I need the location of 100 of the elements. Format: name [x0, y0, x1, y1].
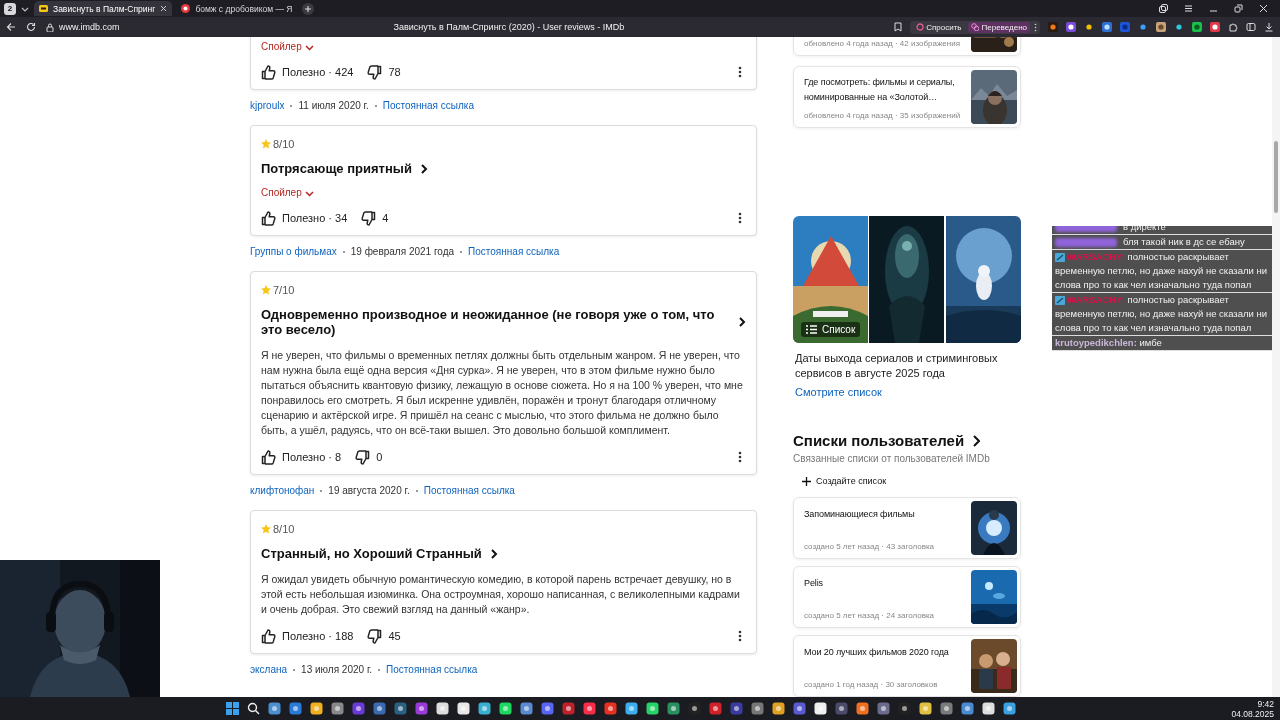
more-icon[interactable]: [738, 630, 742, 642]
app-icon[interactable]: [688, 702, 701, 715]
app-icon[interactable]: [646, 702, 659, 715]
close-icon[interactable]: [160, 5, 168, 12]
browser-tab[interactable]: Зависнуть в Палм-Спринг: [34, 1, 173, 16]
chevron-right-icon[interactable]: [419, 163, 428, 174]
app-icon[interactable]: [478, 702, 491, 715]
permalink[interactable]: Постоянная ссылка: [382, 100, 474, 112]
app-icon[interactable]: [436, 702, 449, 715]
restore-icon[interactable]: [1234, 4, 1243, 13]
app-icon[interactable]: [835, 702, 848, 715]
app-icon[interactable]: [457, 702, 470, 715]
permalink[interactable]: Постоянная ссылка: [423, 485, 515, 497]
app-icon[interactable]: [394, 702, 407, 715]
app-icon[interactable]: [415, 702, 428, 715]
reload-icon[interactable]: [26, 22, 36, 32]
app-icon[interactable]: [877, 702, 890, 715]
list-card[interactable]: Pelis создано 5 лет назад · 24 заголовка: [793, 566, 1021, 628]
ask-button[interactable]: Спросить: [913, 21, 965, 33]
app-icon[interactable]: [604, 702, 617, 715]
list-card[interactable]: обновлено 4 года назад · 42 изображения: [793, 37, 1021, 56]
app-icon[interactable]: [499, 702, 512, 715]
more-icon[interactable]: [738, 212, 742, 224]
chevron-right-icon[interactable]: [738, 317, 746, 327]
app-icon[interactable]: [751, 702, 764, 715]
author-link[interactable]: экслана: [250, 664, 288, 676]
app-icon[interactable]: [310, 702, 323, 715]
tabs-icon[interactable]: [1159, 4, 1168, 13]
thumbs-down-icon[interactable]: [361, 210, 377, 226]
permalink[interactable]: Постоянная ссылка: [468, 246, 560, 258]
review-title[interactable]: Потрясающе приятный: [261, 161, 412, 176]
chevron-right-icon[interactable]: [489, 548, 498, 559]
author-link[interactable]: kjproulx: [250, 100, 285, 112]
app-icon[interactable]: [919, 702, 932, 715]
thumbs-down-icon[interactable]: [367, 64, 383, 80]
extension-icon[interactable]: [1048, 22, 1058, 32]
chevron-right-icon[interactable]: [972, 434, 981, 447]
see-list-link[interactable]: Смотрите список: [795, 386, 882, 398]
sidebar-icon[interactable]: [1246, 22, 1256, 32]
review-title[interactable]: Странный, но Хороший Странный: [261, 546, 482, 561]
extension-icon[interactable]: [1210, 22, 1220, 32]
extension-icon[interactable]: [1174, 22, 1184, 32]
download-icon[interactable]: [1264, 22, 1274, 32]
search-icon[interactable]: [247, 702, 260, 715]
clock-date[interactable]: 04.08.2025: [1231, 708, 1274, 719]
app-icon[interactable]: [940, 702, 953, 715]
spoiler-toggle[interactable]: Спойлер: [261, 41, 746, 53]
app-icon[interactable]: [541, 702, 554, 715]
clock-time[interactable]: 9:42: [1257, 698, 1274, 709]
app-icon[interactable]: [793, 702, 806, 715]
app-icon[interactable]: [562, 702, 575, 715]
extensions-icon[interactable]: [1228, 22, 1238, 32]
app-icon[interactable]: [1003, 702, 1016, 715]
thumbs-down-icon[interactable]: [355, 449, 371, 465]
app-icon[interactable]: [520, 702, 533, 715]
tab-count-button[interactable]: 2: [4, 2, 16, 15]
thumbs-down-icon[interactable]: [367, 628, 383, 644]
app-icon[interactable]: [352, 702, 365, 715]
author-link[interactable]: клифтонофан: [250, 485, 315, 497]
app-icon[interactable]: [667, 702, 680, 715]
section-heading[interactable]: Списки пользователей: [793, 432, 965, 449]
browser-tab[interactable]: бомж с дробовиком — Я: [176, 1, 298, 16]
menu-icon[interactable]: [1184, 4, 1193, 13]
app-icon[interactable]: [961, 702, 974, 715]
extension-icon[interactable]: [1066, 22, 1076, 32]
extension-icon[interactable]: [1084, 22, 1094, 32]
app-icon[interactable]: [982, 702, 995, 715]
app-icon[interactable]: [709, 702, 722, 715]
app-icon[interactable]: [625, 702, 638, 715]
more-icon[interactable]: [738, 66, 742, 78]
bookmark-icon[interactable]: [894, 22, 903, 32]
spoiler-toggle[interactable]: Спойлер: [261, 187, 746, 199]
app-icon[interactable]: [583, 702, 596, 715]
author-link[interactable]: Группы о фильмах: [250, 246, 337, 258]
app-icon[interactable]: [856, 702, 869, 715]
app-icon[interactable]: [268, 702, 281, 715]
list-card[interactable]: Мои 20 лучших фильмов 2020 года создано 1 год назад · 30 заголовков: [793, 635, 1021, 697]
address-bar[interactable]: www.imdb.com: [59, 22, 120, 32]
app-icon[interactable]: [289, 702, 302, 715]
list-card[interactable]: Где посмотреть: фильмы и сериалы, номинированные на «Золотой… обновлено 4 года назад · 35 изображений: [793, 66, 1021, 128]
app-icon[interactable]: [814, 702, 827, 715]
create-list-button[interactable]: Создайте список: [802, 474, 887, 488]
permalink[interactable]: Постоянная ссылка: [386, 664, 478, 676]
extension-icon[interactable]: [1102, 22, 1112, 32]
scrollbar-thumb[interactable]: [1274, 141, 1278, 213]
thumbs-up-icon[interactable]: [261, 628, 276, 644]
back-icon[interactable]: [6, 22, 16, 32]
new-tab-icon[interactable]: [301, 2, 314, 15]
more-icon[interactable]: [738, 451, 742, 463]
app-icon[interactable]: [898, 702, 911, 715]
translate-button[interactable]: Переведено: [968, 21, 1030, 33]
app-icon[interactable]: [331, 702, 344, 715]
thumbs-up-icon[interactable]: [261, 449, 276, 465]
app-icon[interactable]: [730, 702, 743, 715]
start-icon[interactable]: [226, 702, 239, 715]
close-icon[interactable]: [1259, 4, 1268, 13]
list-card[interactable]: Запоминающиеся фильмы создано 5 лет назад · 43 заголовка: [793, 497, 1021, 559]
featured-title[interactable]: Даты выхода сериалов и стриминговых сервисов в августе 2025 года: [795, 351, 1019, 381]
extension-icon[interactable]: [1138, 22, 1148, 32]
app-icon[interactable]: [772, 702, 785, 715]
